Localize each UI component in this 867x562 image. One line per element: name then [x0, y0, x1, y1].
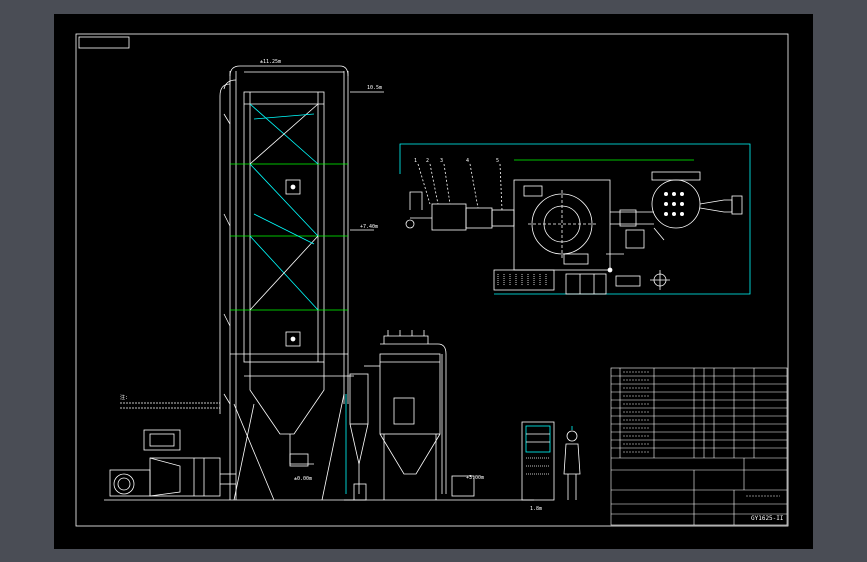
drawing-border [75, 33, 789, 527]
elevation-markers: ±11.25m 10.5m +7.40m +3.00m ±0.00m [260, 59, 484, 482]
cad-viewport[interactable]: ±11.25m 10.5m +7.40m +3.00m ±0.00m 注: 1.… [0, 0, 867, 562]
plan-view: 1 2 3 4 5 [399, 143, 751, 295]
person-figure [563, 426, 581, 500]
hot-air-furnace [104, 429, 354, 501]
title-block: GY1625-II [610, 367, 788, 526]
cabinet-caption: 1.8m [530, 506, 542, 512]
cyclone-separator [345, 373, 369, 501]
part-number-1: 1 [414, 158, 417, 164]
elevation-3: +7.40m [360, 224, 378, 230]
drawing-number: GY1625-II [751, 515, 784, 522]
part-number-4: 4 [466, 158, 469, 164]
drawing-sheet: ±11.25m 10.5m +7.40m +3.00m ±0.00m 注: 1.… [54, 14, 813, 549]
elevation-ground: ±0.00m [294, 476, 312, 482]
elevation-top: ±11.25m [260, 59, 281, 65]
corner-box [78, 36, 130, 49]
note-label: 注: [120, 394, 128, 401]
part-number-5: 5 [496, 158, 499, 164]
bag-filter [344, 330, 534, 501]
spray-tower [219, 65, 354, 501]
elevation-2: 10.5m [367, 85, 382, 91]
cad-drawing: ±11.25m 10.5m +7.40m +3.00m ±0.00m 注: 1.… [75, 33, 789, 527]
control-cabinet: 1.8m [521, 421, 555, 512]
part-number-2: 2 [426, 158, 429, 164]
note-block: 注: [120, 394, 220, 409]
part-number-3: 3 [440, 158, 443, 164]
